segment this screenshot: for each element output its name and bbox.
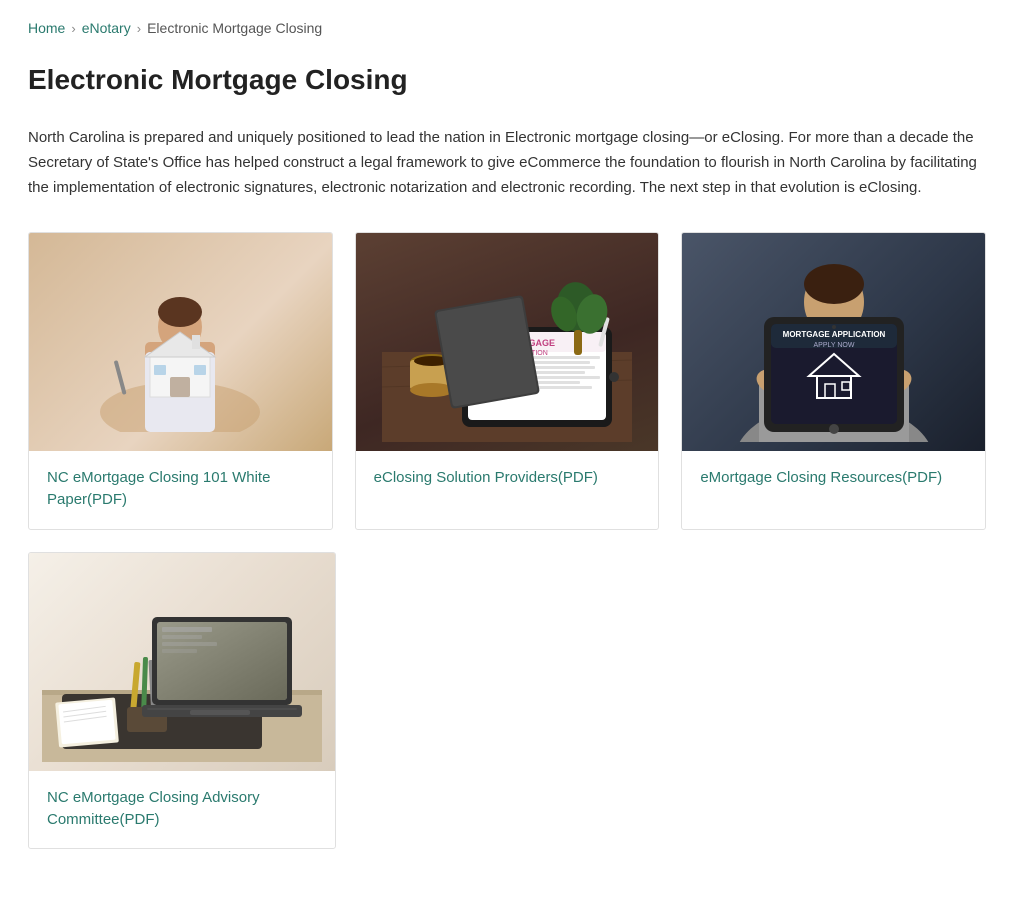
card-1[interactable]: NC eMortgage Closing 101 White Paper(PDF… [28, 232, 333, 530]
card-4-illustration [42, 562, 322, 762]
breadcrumb-enotary-link[interactable]: eNotary [82, 20, 131, 36]
breadcrumb-separator-2: › [137, 21, 141, 36]
cards-row-1: NC eMortgage Closing 101 White Paper(PDF… [28, 232, 986, 530]
svg-text:APPLY NOW: APPLY NOW [813, 342, 854, 349]
card-2-illustration: MORTGAGE APPLICATION [382, 242, 632, 442]
breadcrumb: Home › eNotary › Electronic Mortgage Clo… [28, 20, 986, 36]
card-2-image: MORTGAGE APPLICATION [356, 233, 659, 451]
cards-row-2: NC eMortgage Closing Advisory Committee(… [28, 552, 986, 850]
card-3-image: MORTGAGE APPLICATION APPLY NOW [682, 233, 985, 451]
card-1-link-area[interactable]: NC eMortgage Closing 101 White Paper(PDF… [29, 451, 332, 529]
card-1-link[interactable]: NC eMortgage Closing 101 White Paper(PDF… [47, 469, 270, 508]
card-4-link-area[interactable]: NC eMortgage Closing Advisory Committee(… [29, 771, 335, 849]
card-4[interactable]: NC eMortgage Closing Advisory Committee(… [28, 552, 336, 850]
card-2-link-area[interactable]: eClosing Solution Providers(PDF) [356, 451, 659, 529]
card-1-illustration [90, 252, 270, 432]
card-3-link[interactable]: eMortgage Closing Resources(PDF) [700, 469, 942, 486]
card-3-illustration: MORTGAGE APPLICATION APPLY NOW [709, 242, 959, 442]
breadcrumb-home-link[interactable]: Home [28, 20, 65, 36]
svg-text:MORTGAGE APPLICATION: MORTGAGE APPLICATION [782, 330, 885, 339]
breadcrumb-separator-1: › [71, 21, 75, 36]
page-title: Electronic Mortgage Closing [28, 64, 986, 96]
card-3[interactable]: MORTGAGE APPLICATION APPLY NOW [681, 232, 986, 530]
breadcrumb-current: Electronic Mortgage Closing [147, 20, 322, 36]
card-2[interactable]: MORTGAGE APPLICATION [355, 232, 660, 530]
card-4-image [29, 553, 335, 771]
card-2-link[interactable]: eClosing Solution Providers(PDF) [374, 469, 598, 486]
card-3-link-area[interactable]: eMortgage Closing Resources(PDF) [682, 451, 985, 529]
body-text: North Carolina is prepared and uniquely … [28, 126, 986, 200]
card-1-image [29, 233, 332, 451]
card-4-link[interactable]: NC eMortgage Closing Advisory Committee(… [47, 789, 260, 828]
